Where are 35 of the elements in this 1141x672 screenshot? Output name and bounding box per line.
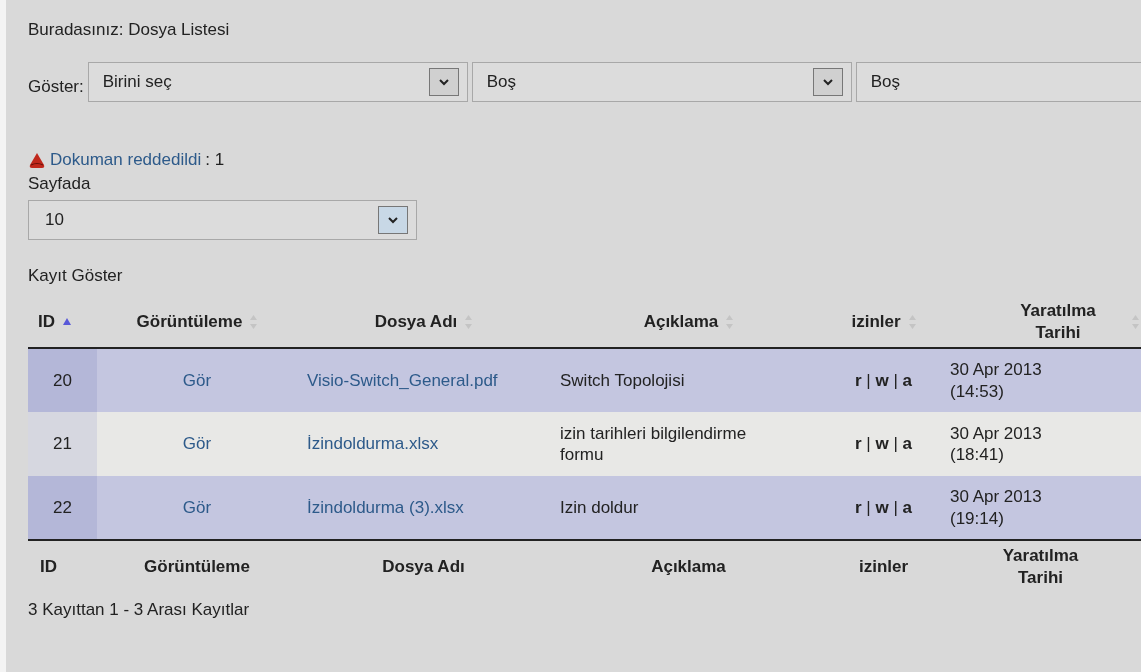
table-cell: Izin doldur [550,476,827,540]
show-records-label: Kayıt Göster [28,266,124,286]
table-cell: 30 Apr 2013 (18:41) [940,412,1141,476]
column-footer: Açıklama [550,540,827,592]
table-cell: r | w | a [827,348,940,412]
column-footer: Görüntüleme [97,540,297,592]
table-cell: 20 [28,348,97,412]
table-cell: 30 Apr 2013 (14:53) [940,348,1141,412]
table-cell: r | w | a [827,476,940,540]
warning-icon [28,151,46,169]
table-cell: izin tarihleri bilgilendirme formu [550,412,827,476]
column-footer: ID [28,540,97,592]
page-size-label: Sayfada [28,174,92,194]
table-cell: r | w | a [827,412,940,476]
column-footer: Yaratılma Tarihi [940,540,1141,592]
table-cell: 22 [28,476,97,540]
view-link[interactable]: Gör [182,434,212,454]
view-link[interactable]: Gör [182,497,212,517]
filter-select[interactable]: Boş [471,62,852,102]
column-footer: Dosya Adı [297,540,550,592]
table-cell: 30 Apr 2013 (19:14) [940,476,1141,540]
breadcrumb: Buradasınız: Dosya Listesi [28,20,231,41]
column-footer: izinler [827,540,940,592]
filter-select[interactable]: Birini seç [87,62,468,102]
rejected-documents-link[interactable]: Dokuman reddedildi [50,150,202,170]
table-cell: 21 [28,412,97,476]
rejected-count: : 1 [205,150,225,170]
filter-select[interactable]: Boş [855,62,1141,102]
file-link[interactable]: İzindoldurma (3).xlsx [307,497,464,517]
filter-label: Göster: [28,77,84,97]
records-info: 3 Kayıttan 1 - 3 Arası Kayıtlar [28,600,251,620]
file-link[interactable]: İzindoldurma.xlsx [307,434,439,454]
view-link[interactable]: Gör [182,370,212,390]
table-cell: Switch Topolojisi [550,348,827,412]
page-size-select[interactable]: 10 [28,200,417,240]
